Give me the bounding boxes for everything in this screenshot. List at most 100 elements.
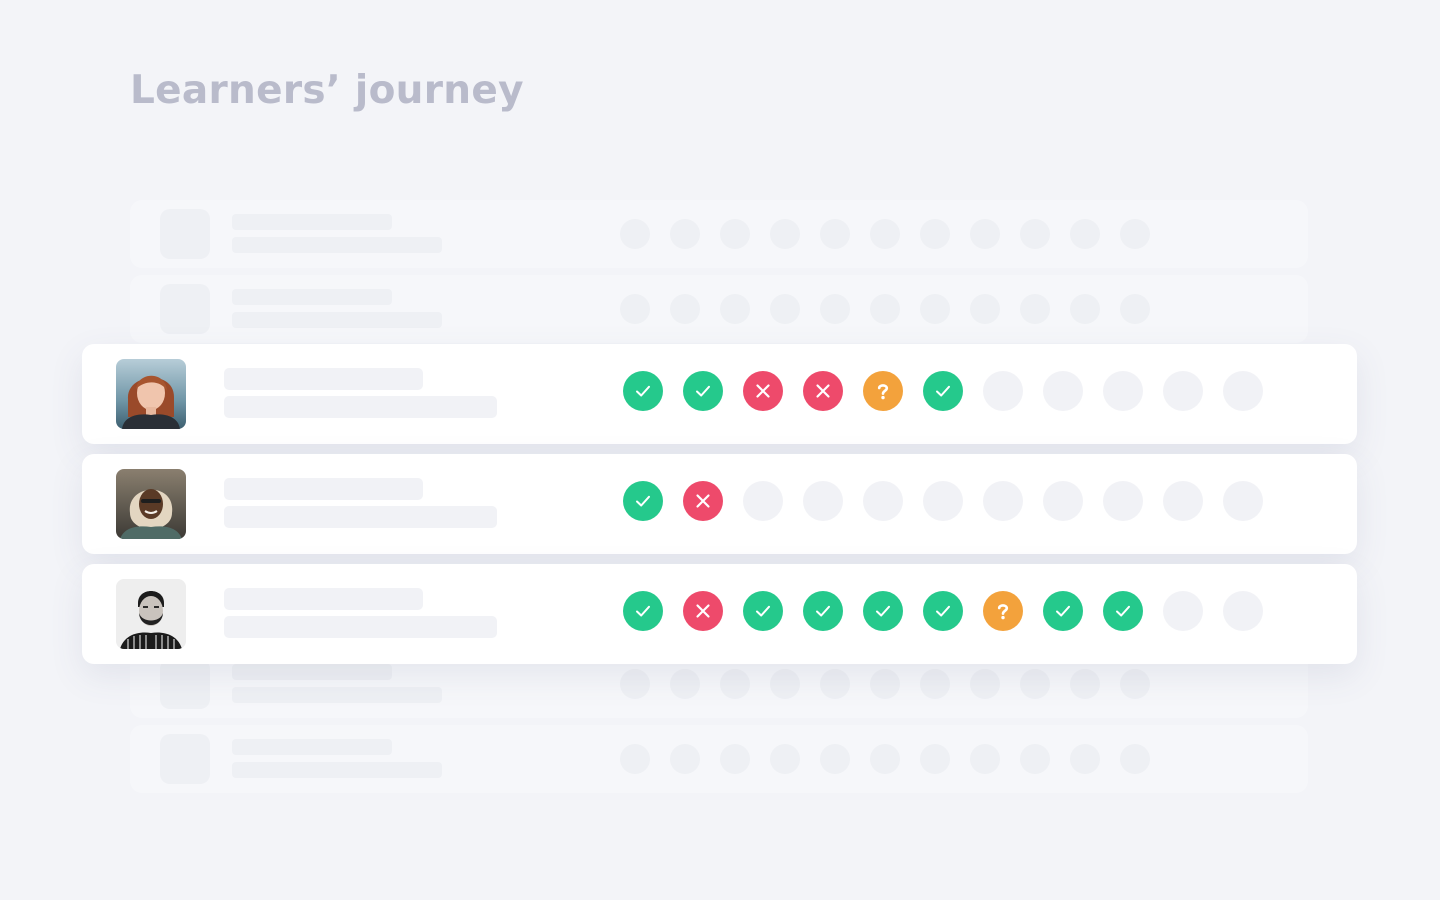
step-pending <box>1223 591 1263 631</box>
placeholder-step-dot <box>870 744 900 774</box>
check-icon <box>932 380 954 402</box>
placeholder-step-dot <box>1020 219 1050 249</box>
step-pending <box>1163 591 1203 631</box>
placeholder-step-dot <box>1120 669 1150 699</box>
placeholder-text-line <box>232 739 392 755</box>
learner-row[interactable] <box>82 564 1357 664</box>
learner-row[interactable] <box>82 454 1357 554</box>
placeholder-text-line <box>232 237 442 253</box>
detail-placeholder <box>224 616 497 638</box>
cross-icon <box>693 601 713 621</box>
cross-icon <box>753 381 773 401</box>
placeholder-step-dot <box>770 294 800 324</box>
placeholder-step-dot <box>1070 669 1100 699</box>
placeholder-avatar <box>160 284 210 334</box>
step-passed <box>923 591 963 631</box>
check-icon <box>1112 600 1134 622</box>
placeholder-step-dot <box>620 294 650 324</box>
placeholder-row <box>130 200 1308 268</box>
detail-placeholder <box>224 396 497 418</box>
step-failed <box>683 481 723 521</box>
placeholder-step-dot <box>820 294 850 324</box>
placeholder-steps <box>620 294 1150 324</box>
placeholder-step-dot <box>770 219 800 249</box>
step-pending <box>1163 371 1203 411</box>
placeholder-step-dot <box>720 669 750 699</box>
cross-icon <box>693 491 713 511</box>
placeholder-step-dot <box>1070 294 1100 324</box>
check-icon <box>692 380 714 402</box>
placeholder-row <box>130 725 1308 793</box>
step-passed <box>623 481 663 521</box>
placeholder-step-dot <box>920 294 950 324</box>
placeholder-step-dot <box>720 219 750 249</box>
placeholder-step-dot <box>970 294 1000 324</box>
placeholder-text-line <box>232 214 392 230</box>
placeholder-step-dot <box>820 669 850 699</box>
placeholder-step-dot <box>670 669 700 699</box>
placeholder-avatar <box>160 734 210 784</box>
step-passed <box>923 371 963 411</box>
placeholder-step-dot <box>870 669 900 699</box>
placeholder-step-dot <box>920 669 950 699</box>
page-title: Learners’ journey <box>130 68 524 113</box>
step-pending <box>1103 371 1143 411</box>
step-pending <box>1223 481 1263 521</box>
placeholder-steps <box>620 219 1150 249</box>
placeholder-step-dot <box>870 219 900 249</box>
check-icon <box>932 600 954 622</box>
check-icon <box>632 380 654 402</box>
placeholder-text-line <box>232 664 392 680</box>
placeholder-step-dot <box>720 294 750 324</box>
placeholder-step-dot <box>620 669 650 699</box>
journey-steps <box>623 371 1263 411</box>
step-pending <box>803 481 843 521</box>
name-placeholder <box>224 478 423 500</box>
step-pending <box>923 481 963 521</box>
step-unknown <box>983 591 1023 631</box>
placeholder-step-dot <box>770 744 800 774</box>
placeholder-step-dot <box>670 219 700 249</box>
step-pending <box>863 481 903 521</box>
placeholder-step-dot <box>670 294 700 324</box>
step-pending <box>1223 371 1263 411</box>
placeholder-steps <box>620 744 1150 774</box>
placeholder-step-dot <box>1070 744 1100 774</box>
step-passed <box>863 591 903 631</box>
check-icon <box>752 600 774 622</box>
check-icon <box>812 600 834 622</box>
placeholder-row <box>130 275 1308 343</box>
question-icon <box>872 380 894 402</box>
placeholder-steps <box>620 669 1150 699</box>
placeholder-step-dot <box>620 744 650 774</box>
step-pending <box>1043 371 1083 411</box>
step-pending <box>1043 481 1083 521</box>
step-passed <box>1103 591 1143 631</box>
placeholder-step-dot <box>970 219 1000 249</box>
question-icon <box>992 600 1014 622</box>
check-icon <box>632 490 654 512</box>
placeholder-step-dot <box>1020 294 1050 324</box>
placeholder-avatar <box>160 659 210 709</box>
bearded-man-avatar <box>116 579 186 649</box>
learner-row[interactable] <box>82 344 1357 444</box>
step-passed <box>1043 591 1083 631</box>
placeholder-step-dot <box>920 219 950 249</box>
placeholder-step-dot <box>1120 744 1150 774</box>
step-failed <box>683 591 723 631</box>
placeholder-step-dot <box>820 744 850 774</box>
step-failed <box>803 371 843 411</box>
step-pending <box>1103 481 1143 521</box>
detail-placeholder <box>224 506 497 528</box>
placeholder-step-dot <box>970 744 1000 774</box>
step-passed <box>623 371 663 411</box>
step-pending <box>983 481 1023 521</box>
woman-red-hair-avatar <box>116 359 186 429</box>
placeholder-step-dot <box>1020 744 1050 774</box>
placeholder-step-dot <box>870 294 900 324</box>
placeholder-step-dot <box>820 219 850 249</box>
journey-steps <box>623 591 1263 631</box>
step-failed <box>743 371 783 411</box>
placeholder-step-dot <box>620 219 650 249</box>
placeholder-step-dot <box>1070 219 1100 249</box>
